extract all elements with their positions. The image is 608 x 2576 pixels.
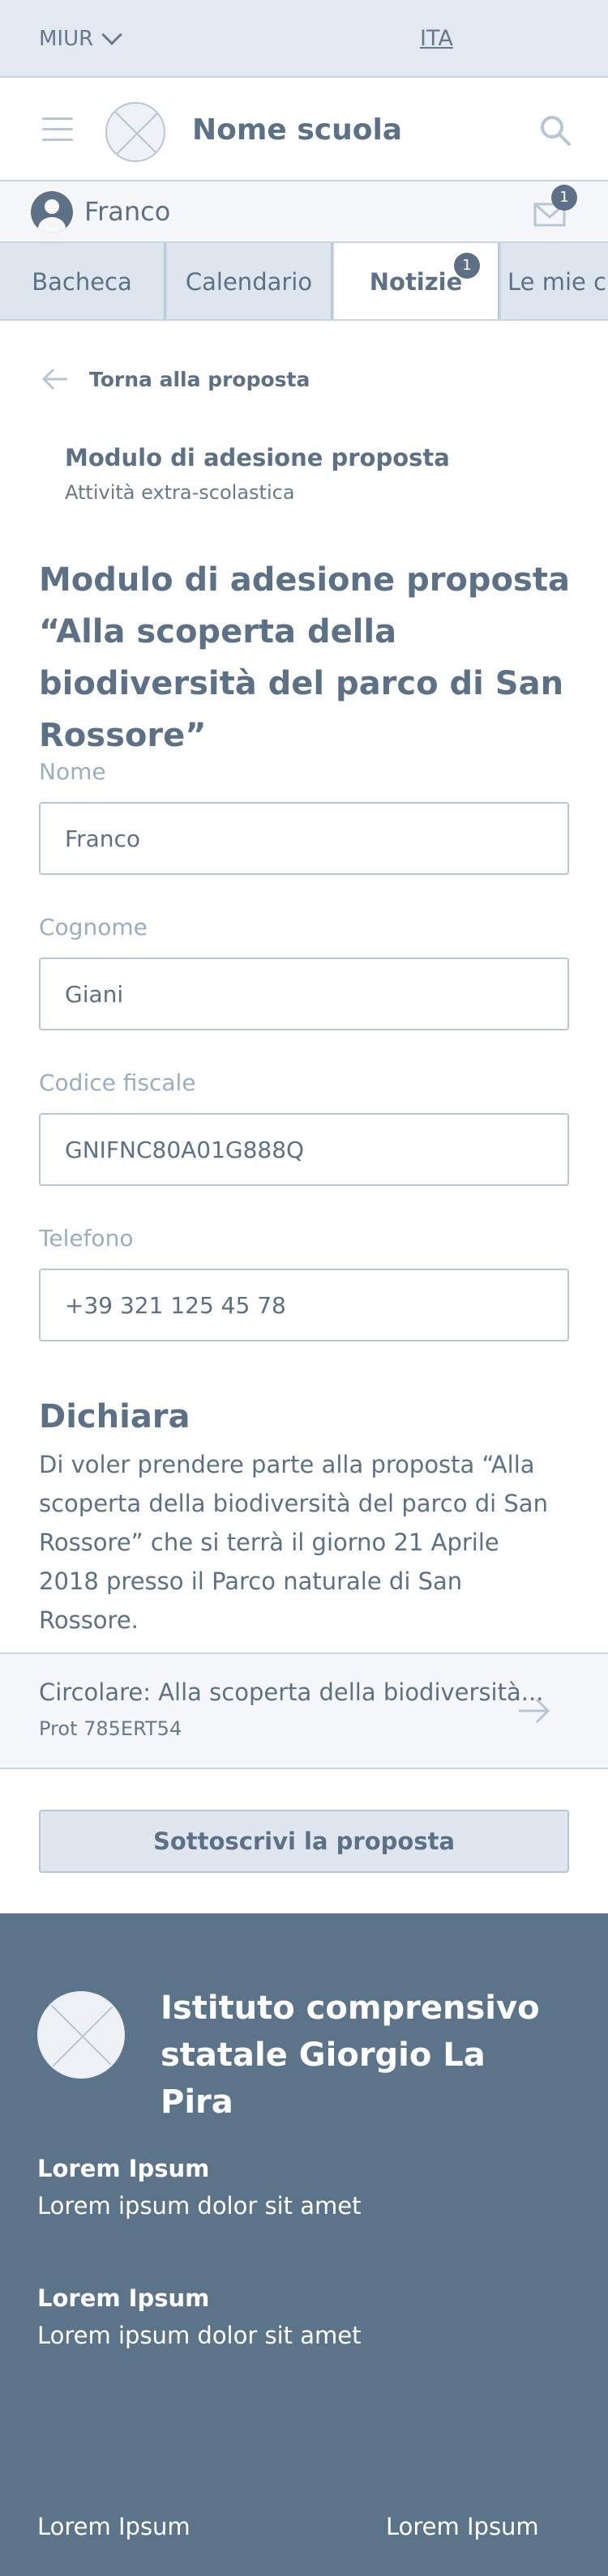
context-subtitle: Attività extra-scolastica [65,481,295,504]
dichiara-text: Di voler prendere parte alla proposta “A… [39,1451,548,1634]
tab-notizie-badge: 1 [454,253,480,279]
language-link[interactable]: ITA [420,26,453,51]
arrow-right-icon [519,1698,550,1724]
back-link[interactable]: Torna alla proposta [41,363,310,395]
context-title: Modulo di adesione proposta [65,444,450,471]
footer-link-left[interactable]: Lorem Ipsum [37,2513,191,2540]
codice-fiscale-label: Codice fiscale [39,1069,196,1096]
menu-icon[interactable] [42,117,73,142]
cognome-field[interactable] [39,957,569,1030]
footer-heading-1: Lorem Ipsum [37,2155,210,2182]
footer-heading-2: Lorem Ipsum [37,2284,210,2312]
circolare-card[interactable]: Circolare: Alla scoperta della biodivers… [0,1653,608,1769]
telefono-field[interactable] [39,1269,569,1341]
back-link-label: Torna alla proposta [89,367,310,391]
mail-count-badge: 1 [551,185,577,211]
school-logo [105,102,165,162]
codice-fiscale-field[interactable] [39,1113,569,1186]
user-name[interactable]: Franco [84,196,170,227]
site-header: Nome scuola [0,78,608,181]
subscribe-button[interactable]: Sottoscrivi la proposta [39,1810,569,1873]
tab-le-mie-classi[interactable]: Le mie classi [501,243,608,319]
nome-label: Nome [39,758,106,785]
page-title: Modulo di adesione proposta “Alla scoper… [39,561,570,754]
search-icon[interactable] [538,113,574,149]
school-name: Nome scuola [192,113,403,147]
org-dropdown[interactable]: MIUR [39,24,122,53]
top-utility-bar: MIUR ITA [0,0,608,78]
tab-bacheca[interactable]: Bacheca [0,243,165,319]
telefono-label: Telefono [39,1225,134,1252]
arrow-left-icon [41,368,67,390]
footer-text-1: Lorem ipsum dolor sit amet [37,2192,362,2220]
user-bar: Franco [0,181,608,243]
site-footer: Istituto comprensivo statale Giorgio La … [0,1913,608,2576]
tab-bar: Bacheca Calendario Notizie Le mie classi [0,243,608,321]
chevron-down-icon [101,24,122,45]
footer-link-right[interactable]: Lorem Ipsum [386,2513,539,2540]
nome-field[interactable] [39,802,569,875]
cognome-label: Cognome [39,914,148,940]
avatar[interactable] [31,191,73,233]
tab-calendario[interactable]: Calendario [167,243,332,319]
org-label: MIUR [39,27,94,51]
footer-institute-name: Istituto comprensivo statale Giorgio La … [161,1990,540,2121]
circolare-prot: Prot 785ERT54 [39,1717,182,1740]
footer-logo [37,1991,125,2079]
dichiara-title: Dichiara [39,1398,191,1435]
circolare-title: Circolare: Alla scoperta della biodivers… [39,1678,544,1706]
footer-text-2: Lorem ipsum dolor sit amet [37,2322,362,2349]
